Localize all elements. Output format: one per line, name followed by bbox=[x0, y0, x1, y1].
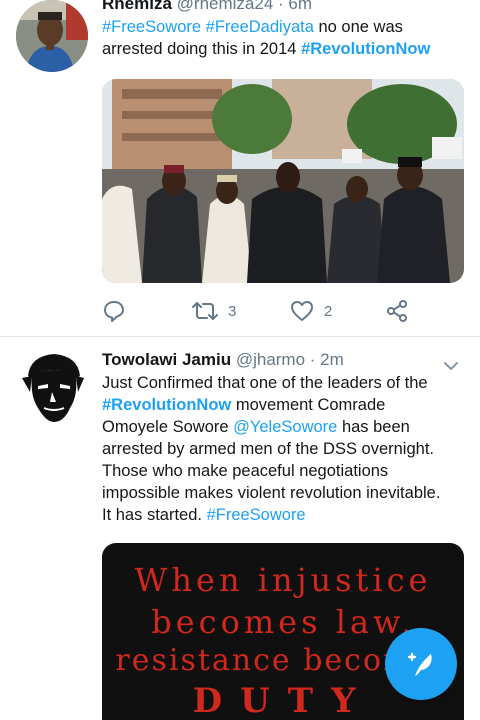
heart-icon bbox=[291, 301, 313, 321]
user-handle[interactable]: @jharmo bbox=[236, 350, 305, 369]
mention-link[interactable]: @YeleSowore bbox=[233, 418, 337, 436]
like-button[interactable]: 2 bbox=[290, 296, 332, 326]
tweet-photo[interactable] bbox=[102, 79, 464, 283]
meta-separator: · bbox=[305, 350, 321, 369]
compose-tweet-button[interactable] bbox=[385, 628, 457, 700]
user-handle[interactable]: @rhemiza24 bbox=[177, 0, 274, 13]
tweet-header: Towolawi Jamiu @jharmo · 2m bbox=[102, 350, 344, 370]
timestamp[interactable]: 2m bbox=[320, 350, 344, 369]
timestamp[interactable]: 6m bbox=[288, 0, 312, 13]
retweet-icon bbox=[192, 302, 218, 320]
retweet-button[interactable]: 3 bbox=[192, 296, 236, 326]
tweet-actions: 3 2 bbox=[102, 296, 407, 326]
protest-photo bbox=[102, 79, 464, 283]
hashtag-link[interactable]: #RevolutionNow bbox=[102, 396, 231, 414]
like-count: 2 bbox=[324, 302, 333, 320]
avatar-photo bbox=[16, 0, 88, 72]
hashtag-link[interactable]: #RevolutionNow bbox=[301, 40, 430, 58]
tweet-text-segment: Just Confirmed that one of the leaders o… bbox=[102, 374, 428, 392]
tweet-header: Rhemiza @rhemiza24 · 6m bbox=[102, 0, 312, 14]
display-name[interactable]: Rhemiza bbox=[102, 0, 172, 13]
hashtag-link[interactable]: #FreeSowore bbox=[102, 18, 201, 36]
avatar[interactable] bbox=[18, 352, 88, 424]
tweet-text: Just Confirmed that one of the leaders o… bbox=[102, 372, 452, 526]
share-icon bbox=[387, 300, 407, 322]
avatar-illustration bbox=[22, 354, 84, 422]
tweet-1[interactable]: Rhemiza @rhemiza24 · 6m #FreeSowore #Fre… bbox=[0, 0, 480, 338]
hashtag-link[interactable]: #FreeDadiyata bbox=[206, 18, 314, 36]
reply-icon bbox=[104, 301, 124, 322]
reply-button[interactable] bbox=[102, 296, 126, 326]
tweet-text: #FreeSowore #FreeDadiyata no one was arr… bbox=[102, 16, 464, 60]
retweet-count: 3 bbox=[228, 302, 237, 320]
meta-separator: · bbox=[273, 0, 289, 13]
compose-tweet-icon bbox=[407, 652, 432, 676]
hashtag-link[interactable]: #FreeSowore bbox=[207, 506, 306, 524]
display-name[interactable]: Towolawi Jamiu bbox=[102, 350, 231, 369]
avatar[interactable] bbox=[16, 0, 88, 72]
share-button[interactable] bbox=[385, 296, 409, 326]
poster-text-line: When injustice bbox=[134, 561, 432, 599]
